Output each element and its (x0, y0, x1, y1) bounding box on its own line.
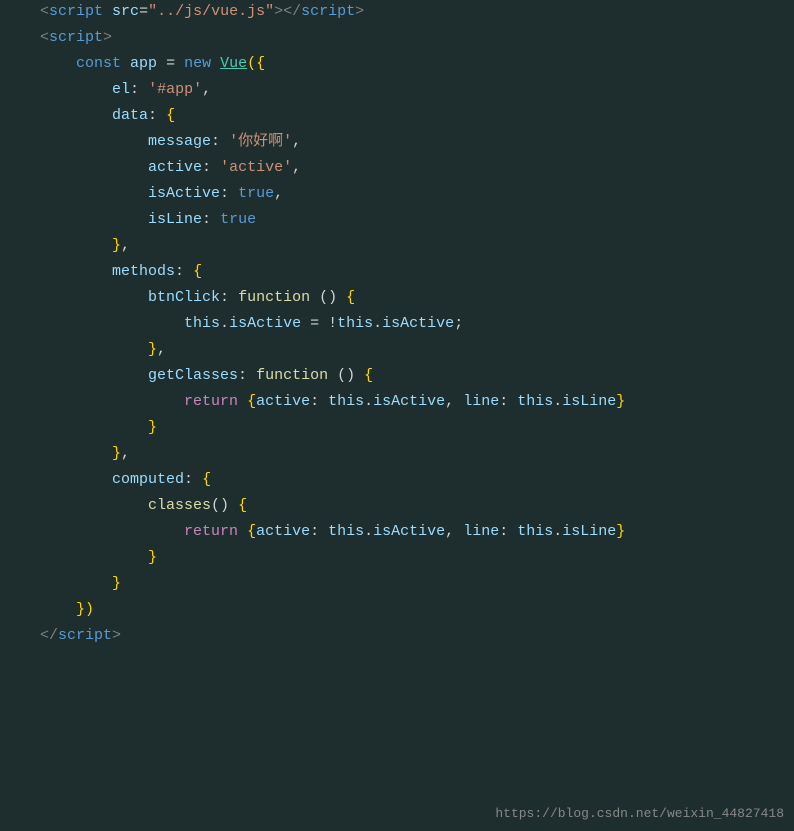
line-content: <script> (32, 26, 794, 50)
line-row: </script> (0, 624, 794, 650)
code-editor: <script src="../js/vue.js"></script> <sc… (0, 0, 794, 831)
line-row: }, (0, 338, 794, 364)
line-content: return {active: this.isActive, line: thi… (32, 390, 794, 414)
line-content: data: { (32, 104, 794, 128)
line-content: }) (32, 598, 794, 622)
line-content: methods: { (32, 260, 794, 284)
line-content: } (32, 416, 794, 440)
line-row: }, (0, 442, 794, 468)
line-row: methods: { (0, 260, 794, 286)
line-content: <script src="../js/vue.js"></script> (32, 0, 794, 24)
line-row: }) (0, 598, 794, 624)
line-row: computed: { (0, 468, 794, 494)
line-content: }, (32, 234, 794, 258)
line-row: this.isActive = !this.isActive; (0, 312, 794, 338)
line-content: message: '你好啊', (32, 130, 794, 154)
line-row: classes() { (0, 494, 794, 520)
line-content: getClasses: function () { (32, 364, 794, 388)
line-content: }, (32, 338, 794, 362)
line-row: } (0, 416, 794, 442)
line-content: } (32, 572, 794, 596)
line-content: classes() { (32, 494, 794, 518)
line-row: } (0, 572, 794, 598)
line-row: } (0, 546, 794, 572)
line-row: data: { (0, 104, 794, 130)
line-content: } (32, 546, 794, 570)
line-content: el: '#app', (32, 78, 794, 102)
line-row: return {active: this.isActive, line: thi… (0, 520, 794, 546)
line-content: </script> (32, 624, 794, 648)
line-row: <script src="../js/vue.js"></script> (0, 0, 794, 26)
line-row: return {active: this.isActive, line: thi… (0, 390, 794, 416)
line-row: }, (0, 234, 794, 260)
line-row: el: '#app', (0, 78, 794, 104)
line-content: btnClick: function () { (32, 286, 794, 310)
line-row: isActive: true, (0, 182, 794, 208)
line-content: isLine: true (32, 208, 794, 232)
line-row: active: 'active', (0, 156, 794, 182)
line-content: }, (32, 442, 794, 466)
line-row: isLine: true (0, 208, 794, 234)
watermark-url: https://blog.csdn.net/weixin_44827418 (495, 804, 784, 825)
line-row: <script> (0, 26, 794, 52)
line-row: btnClick: function () { (0, 286, 794, 312)
line-row: const app = new Vue({ (0, 52, 794, 78)
line-content: computed: { (32, 468, 794, 492)
line-row: getClasses: function () { (0, 364, 794, 390)
line-content: isActive: true, (32, 182, 794, 206)
line-content: return {active: this.isActive, line: thi… (32, 520, 794, 544)
line-content: const app = new Vue({ (32, 52, 794, 76)
line-content: this.isActive = !this.isActive; (32, 312, 794, 336)
line-row: message: '你好啊', (0, 130, 794, 156)
line-content: active: 'active', (32, 156, 794, 180)
